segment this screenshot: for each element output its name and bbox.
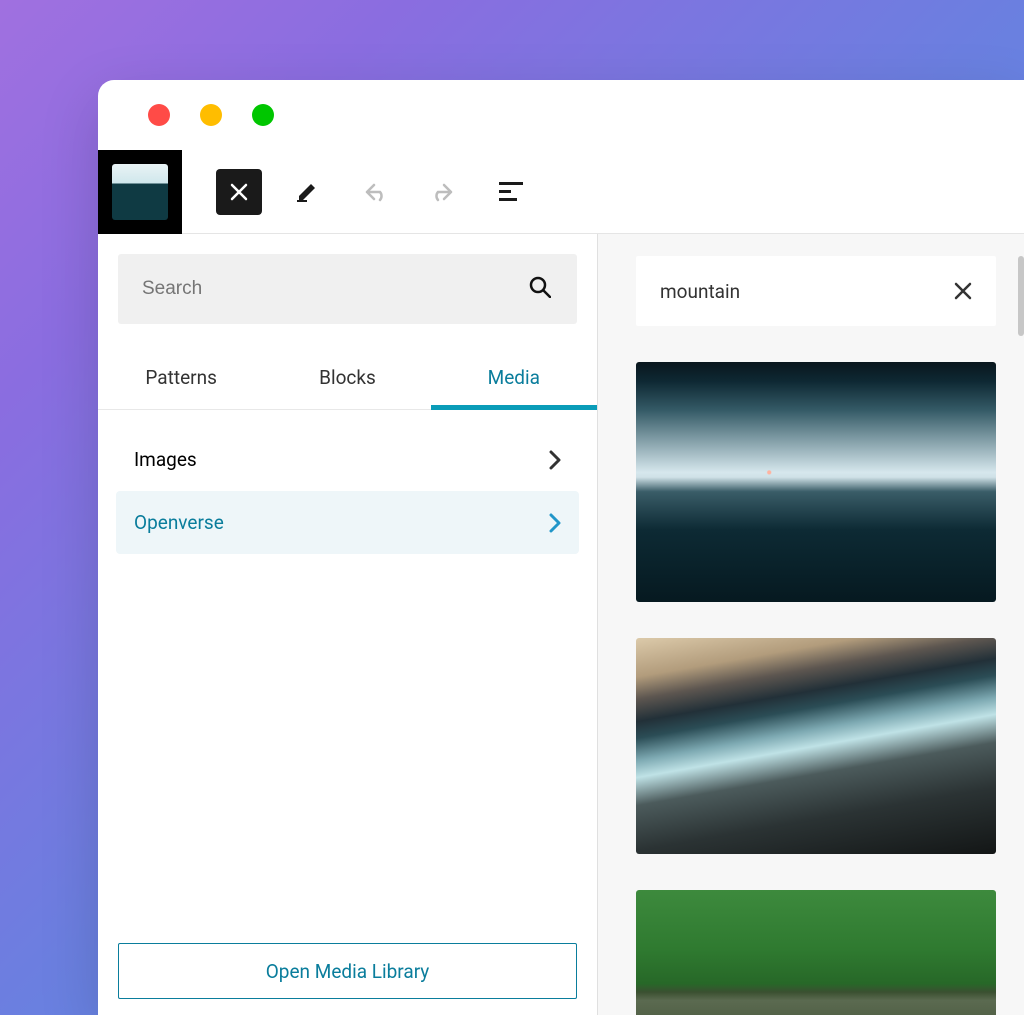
tools-button[interactable]	[284, 169, 330, 215]
window-minimize-icon[interactable]	[200, 104, 222, 126]
app-window: Patterns Blocks Media Images Openverse	[98, 80, 1024, 1015]
content-area: Patterns Blocks Media Images Openverse	[98, 234, 1024, 1015]
undo-icon	[362, 182, 388, 202]
site-icon-button[interactable]	[98, 150, 182, 234]
results-search-input[interactable]: mountain	[636, 256, 996, 326]
tab-blocks[interactable]: Blocks	[264, 350, 430, 409]
close-icon	[954, 282, 972, 300]
inserter-tabs: Patterns Blocks Media	[98, 350, 597, 410]
search-icon	[529, 276, 551, 298]
titlebar	[98, 80, 1024, 150]
result-image[interactable]	[636, 638, 996, 854]
open-media-library-button[interactable]: Open Media Library	[118, 943, 577, 999]
inserter-search-wrap	[98, 234, 597, 324]
tab-media[interactable]: Media	[431, 350, 597, 409]
site-thumbnail-icon	[112, 164, 168, 220]
media-category-openverse[interactable]: Openverse	[116, 491, 579, 554]
media-category-list: Images Openverse	[98, 410, 597, 554]
window-close-icon[interactable]	[148, 104, 170, 126]
redo-button[interactable]	[420, 169, 466, 215]
toolbar	[98, 150, 1024, 234]
chevron-right-icon	[549, 450, 561, 470]
close-icon	[230, 183, 248, 201]
close-inserter-button[interactable]	[216, 169, 262, 215]
inserter-panel: Patterns Blocks Media Images Openverse	[98, 234, 598, 1015]
clear-search-button[interactable]	[954, 282, 972, 300]
document-overview-button[interactable]	[488, 169, 534, 215]
undo-button[interactable]	[352, 169, 398, 215]
window-zoom-icon[interactable]	[252, 104, 274, 126]
inserter-search-input[interactable]	[118, 254, 577, 324]
media-category-label: Openverse	[134, 511, 224, 534]
chevron-right-icon	[549, 513, 561, 533]
result-image[interactable]	[636, 362, 996, 602]
result-image[interactable]	[636, 890, 996, 1015]
media-category-images[interactable]: Images	[116, 428, 579, 491]
list-view-icon	[499, 182, 523, 202]
tab-patterns[interactable]: Patterns	[98, 350, 264, 409]
media-results-panel: mountain	[598, 234, 1024, 1015]
results-search-value: mountain	[660, 280, 740, 303]
scrollbar[interactable]	[1018, 256, 1024, 336]
edit-icon	[295, 180, 319, 204]
redo-icon	[430, 182, 456, 202]
media-category-label: Images	[134, 448, 197, 471]
